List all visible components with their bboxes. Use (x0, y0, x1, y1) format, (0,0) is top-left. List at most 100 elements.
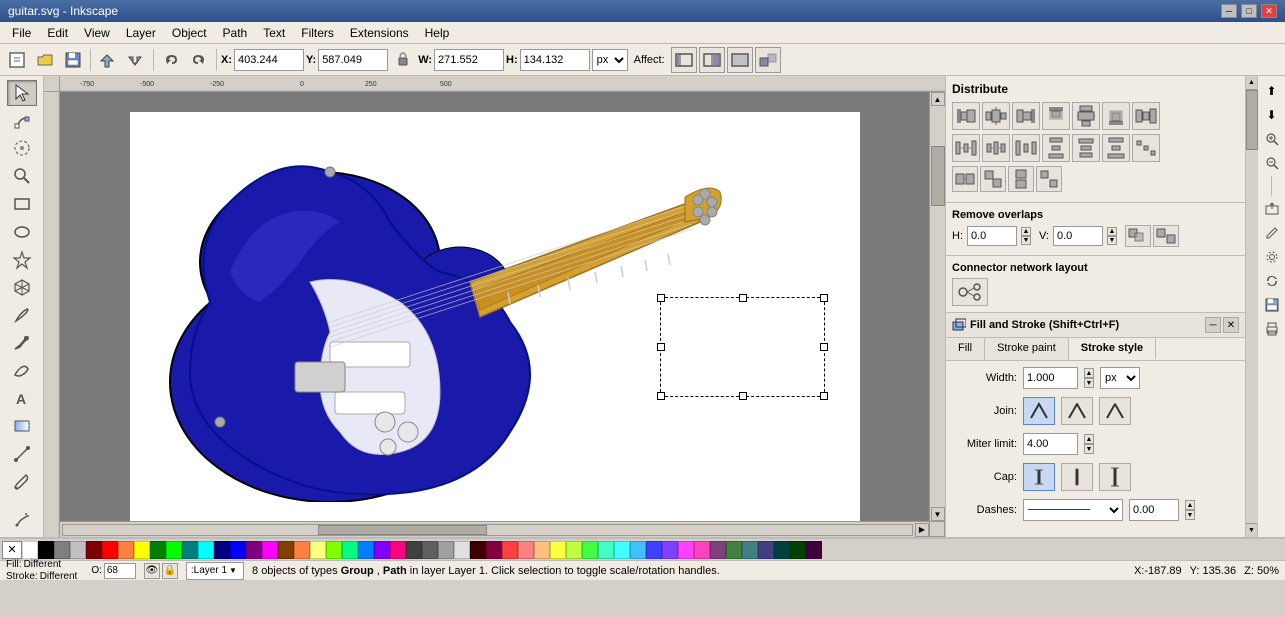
width-unit-select[interactable]: px mm pt (1100, 367, 1140, 389)
panel-scroll-down[interactable]: ▼ (1246, 523, 1258, 537)
re-print[interactable] (1261, 318, 1283, 340)
handle-bm[interactable] (739, 392, 747, 400)
handle-tr[interactable] (820, 294, 828, 302)
v-value-input[interactable] (1053, 226, 1103, 246)
color-swatch[interactable] (630, 541, 646, 559)
color-swatch[interactable] (550, 541, 566, 559)
align-small4[interactable] (1036, 166, 1062, 192)
panel-scroll-thumb[interactable] (1246, 90, 1258, 150)
width-spin-up[interactable]: ▲ (1084, 368, 1094, 378)
align-right-edges[interactable] (1012, 102, 1040, 130)
unit-select[interactable]: px mm in (592, 49, 628, 71)
dist-left[interactable] (952, 134, 980, 162)
fill-stroke-close[interactable]: ✕ (1223, 317, 1239, 333)
v-spin-up[interactable]: ▲ (1107, 227, 1117, 236)
v-scroll-thumb[interactable] (931, 146, 945, 206)
align-bottom-edges[interactable] (1102, 102, 1130, 130)
width-input[interactable] (1023, 367, 1078, 389)
menu-view[interactable]: View (76, 24, 118, 42)
menu-file[interactable]: File (4, 24, 39, 42)
select-tool[interactable] (7, 80, 37, 106)
cap-square-btn[interactable] (1099, 463, 1131, 491)
re-edit[interactable] (1261, 222, 1283, 244)
width-spin-down[interactable]: ▼ (1084, 378, 1094, 388)
color-swatch[interactable] (150, 541, 166, 559)
color-swatch[interactable] (406, 541, 422, 559)
h-scroll-right[interactable]: ▶ (915, 523, 929, 537)
color-swatch[interactable] (310, 541, 326, 559)
spray-tool[interactable] (7, 507, 37, 533)
miter-spin-down[interactable]: ▼ (1084, 444, 1094, 454)
dist-right[interactable] (1012, 134, 1040, 162)
panel-scrollbar[interactable]: ▲ ▼ (1245, 76, 1257, 537)
h-value-input[interactable] (967, 226, 1017, 246)
rect-tool[interactable] (7, 191, 37, 217)
color-swatch[interactable] (790, 541, 806, 559)
color-swatch[interactable] (22, 541, 38, 559)
color-swatch[interactable] (598, 541, 614, 559)
tweak-tool[interactable] (7, 136, 37, 162)
menu-path[interactable]: Path (215, 24, 256, 42)
color-swatch[interactable] (358, 541, 374, 559)
v-scrollbar[interactable]: ▲ ▼ (929, 92, 945, 521)
close-button[interactable]: ✕ (1261, 4, 1277, 18)
text-tool[interactable]: A (7, 386, 37, 412)
w-input[interactable] (434, 49, 504, 71)
star-tool[interactable] (7, 247, 37, 273)
re-settings[interactable] (1261, 246, 1283, 268)
color-swatch[interactable] (214, 541, 230, 559)
3dbox-tool[interactable] (7, 274, 37, 300)
dashes-spin-up[interactable]: ▲ (1185, 500, 1195, 510)
color-swatch[interactable] (742, 541, 758, 559)
h-scrollbar[interactable]: ▶ (60, 521, 929, 537)
dist-top[interactable] (1042, 134, 1070, 162)
import-button[interactable] (95, 47, 121, 73)
color-swatch[interactable] (38, 541, 54, 559)
menu-extensions[interactable]: Extensions (342, 24, 417, 42)
remove-overlap-btn2[interactable] (1153, 225, 1179, 247)
color-swatch[interactable] (614, 541, 630, 559)
handle-br[interactable] (820, 392, 828, 400)
color-swatch[interactable] (278, 541, 294, 559)
connector-network-btn[interactable] (952, 278, 988, 306)
color-swatch[interactable] (534, 541, 550, 559)
new-button[interactable] (4, 47, 30, 73)
color-swatch[interactable] (374, 541, 390, 559)
eyedropper-tool[interactable] (7, 469, 37, 495)
dashes-select[interactable]: ──────── - - - - - · · · · · (1023, 499, 1123, 521)
visibility-btn[interactable]: 👁 (144, 563, 160, 579)
color-swatch[interactable] (582, 541, 598, 559)
join-bevel-btn[interactable] (1099, 397, 1131, 425)
align-center-v[interactable] (982, 102, 1010, 130)
color-swatch[interactable] (646, 541, 662, 559)
color-swatch[interactable] (566, 541, 582, 559)
join-miter-btn[interactable] (1023, 397, 1055, 425)
align-left-edges[interactable] (952, 102, 980, 130)
export-button[interactable] (123, 47, 149, 73)
open-button[interactable] (32, 47, 58, 73)
affect-btn4[interactable] (755, 47, 781, 73)
calligraphy-tool[interactable] (7, 358, 37, 384)
menu-text[interactable]: Text (255, 24, 293, 42)
h-spin-up[interactable]: ▲ (1021, 227, 1031, 236)
color-swatch[interactable] (806, 541, 822, 559)
align-small1[interactable] (952, 166, 978, 192)
cap-round-btn[interactable] (1061, 463, 1093, 491)
dashes-input[interactable] (1129, 499, 1179, 521)
color-swatch[interactable] (86, 541, 102, 559)
re-save[interactable] (1261, 294, 1283, 316)
cap-butt-btn[interactable] (1023, 463, 1055, 491)
h-spin-down[interactable]: ▼ (1021, 236, 1031, 245)
panel-scroll-up[interactable]: ▲ (1246, 76, 1258, 90)
affect-btn3[interactable] (727, 47, 753, 73)
miter-spin-up[interactable]: ▲ (1084, 434, 1094, 444)
re-arrow-down[interactable]: ⬇ (1261, 104, 1283, 126)
dist-center-h[interactable] (1072, 134, 1100, 162)
re-zoom-out[interactable] (1261, 152, 1283, 174)
color-swatch[interactable] (134, 541, 150, 559)
re-arrow-up[interactable]: ⬆ (1261, 80, 1283, 102)
color-swatch[interactable] (422, 541, 438, 559)
color-swatch[interactable] (694, 541, 710, 559)
color-swatch[interactable] (118, 541, 134, 559)
affect-btn2[interactable] (699, 47, 725, 73)
